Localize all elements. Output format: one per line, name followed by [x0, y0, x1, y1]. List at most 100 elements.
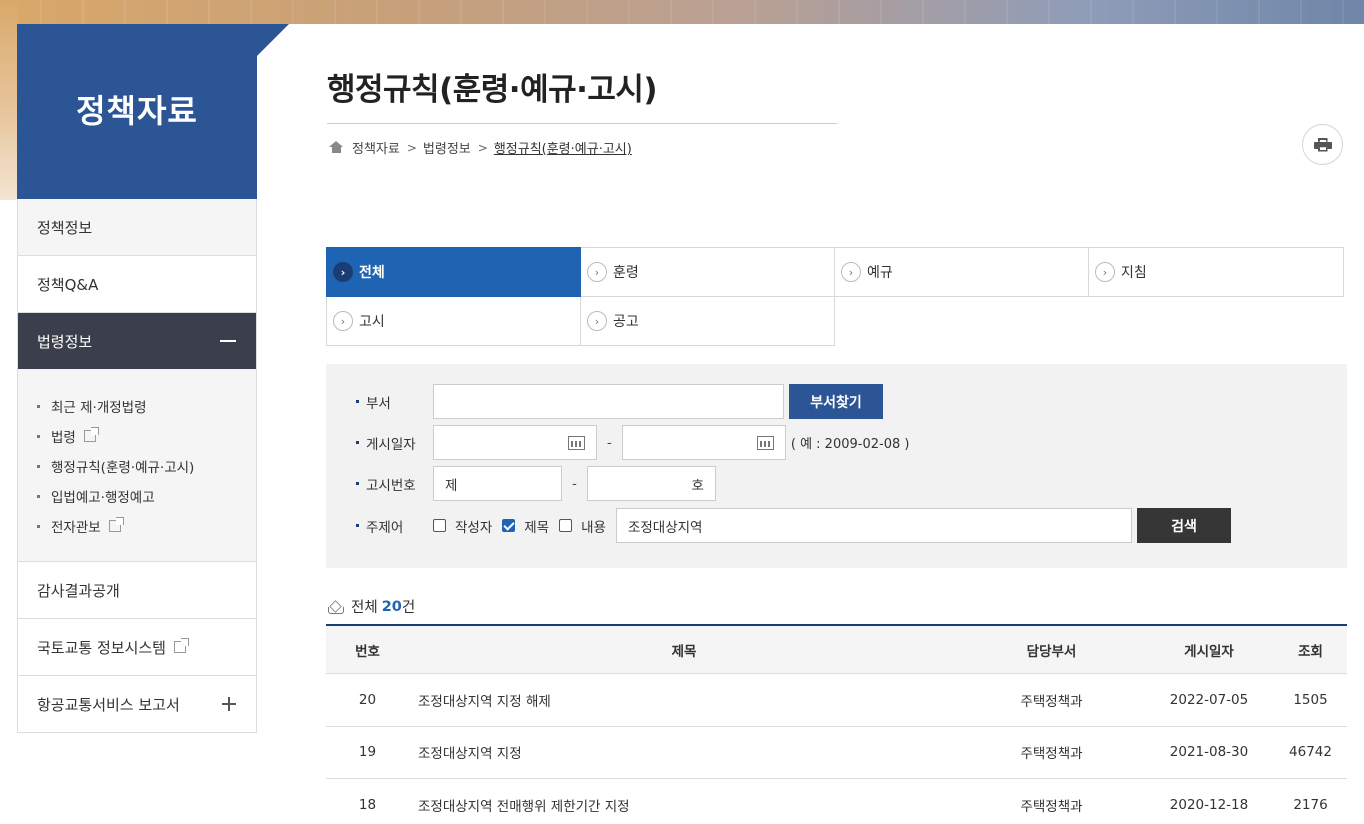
- search-row-notice: 고시번호 제 - 호: [356, 466, 716, 501]
- calendar-icon[interactable]: [568, 435, 585, 450]
- tab-announcement[interactable]: › 공고: [580, 296, 835, 346]
- title-divider: [327, 123, 837, 124]
- search-row-keyword: 주제어 작성자 제목 내용 조정대상지역 검색: [356, 508, 1231, 543]
- find-dept-button[interactable]: 부서찾기: [789, 384, 883, 419]
- calendar-icon[interactable]: [756, 435, 774, 450]
- breadcrumb-item[interactable]: 정책자료: [352, 138, 400, 157]
- cell-title-link[interactable]: 조정대상지역 지정: [409, 742, 959, 762]
- sidebar-item-policy-qa[interactable]: 정책Q&A: [18, 256, 256, 313]
- sidebar-item-law-info[interactable]: 법령정보: [18, 313, 256, 369]
- sidebar-item-info-system[interactable]: 국토교통 정보시스템: [18, 619, 256, 676]
- chevron-right-icon: ›: [587, 311, 607, 331]
- tab-all[interactable]: › 전체: [326, 247, 581, 297]
- submenu-item-recent-laws[interactable]: 최근 제·개정법령: [37, 391, 256, 421]
- bullet-icon: [37, 464, 40, 468]
- external-link-icon: [108, 517, 124, 532]
- sidebar-item-text: 국토교통 정보시스템: [37, 638, 166, 657]
- cell-title-link[interactable]: 조정대상지역 전매행위 제한기간 지정: [409, 795, 959, 815]
- header-cell: 제목: [671, 643, 697, 660]
- date-from-input[interactable]: [433, 425, 597, 460]
- date-hint: ( 예 : 2009-02-08 ): [790, 437, 910, 452]
- checkbox-label: 제목: [524, 519, 550, 536]
- printer-icon: [1313, 138, 1332, 152]
- table-row[interactable]: 19 조정대상지역 지정 주택정책과 2021-08-30 46742: [326, 727, 1347, 779]
- checkbox-content[interactable]: [559, 519, 573, 532]
- tab-label: 고시: [359, 314, 385, 330]
- checkbox-author[interactable]: [433, 519, 446, 532]
- tab-label: 공고: [613, 314, 639, 330]
- tab-regulation[interactable]: › 예규: [834, 247, 1089, 297]
- cell-dept: 주택정책과: [1020, 693, 1083, 710]
- sidebar-item-label: 감사결과공개: [37, 581, 120, 600]
- keyword-input[interactable]: 조정대상지역: [615, 508, 1132, 543]
- notice-number-from[interactable]: 제: [433, 466, 562, 501]
- chevron-right-icon: ›: [333, 311, 353, 331]
- date-to-input[interactable]: [621, 425, 786, 460]
- field-label: 게시일자: [356, 433, 433, 453]
- breadcrumb-current[interactable]: 행정규칙(훈령·예규·고시): [494, 138, 632, 157]
- collapse-minus-icon[interactable]: [220, 340, 236, 342]
- sidebar-header: 정책자료: [17, 24, 289, 199]
- chevron-right-icon: >: [406, 140, 417, 155]
- cell-number: 19: [358, 744, 377, 761]
- tab-directive[interactable]: › 훈령: [580, 247, 835, 297]
- expand-plus-icon[interactable]: [222, 697, 236, 711]
- sidebar-submenu: 최근 제·개정법령 법령 행정규칙(훈령·예규·고시) 입법예고·행정예고 전자…: [18, 369, 256, 562]
- sidebar-item-aviation-report[interactable]: 항공교통서비스 보고서: [18, 676, 256, 733]
- chevron-right-icon: ›: [1095, 262, 1115, 282]
- count-prefix: 전체: [351, 600, 378, 616]
- dept-input[interactable]: [433, 384, 784, 419]
- submenu-label: 법령: [51, 430, 76, 446]
- tab-notice[interactable]: › 고시: [326, 296, 581, 346]
- sidebar-item-label: 항공교통서비스 보고서: [37, 695, 180, 714]
- chevron-right-icon: >: [477, 140, 488, 155]
- search-row-dept: 부서 부서찾기: [356, 384, 883, 419]
- submenu-item-admin-rules[interactable]: 행정규칙(훈령·예규·고시): [37, 451, 256, 481]
- submenu-item-laws[interactable]: 법령: [37, 421, 256, 451]
- chevron-right-icon: ›: [333, 262, 353, 282]
- sidebar-item-label: 국토교통 정보시스템: [37, 637, 189, 658]
- submenu-item-legislative-notice[interactable]: 입법예고·행정예고: [37, 481, 256, 511]
- search-row-date: 게시일자 - ( 예 : 2009-02-08 ): [356, 425, 909, 460]
- cell-title-link[interactable]: 조정대상지역 지정 해제: [409, 690, 959, 710]
- print-button[interactable]: [1302, 124, 1343, 165]
- tab-guideline[interactable]: › 지침: [1088, 247, 1344, 297]
- tab-label: 지침: [1121, 265, 1147, 281]
- bullet-icon: [37, 524, 40, 528]
- page-title: 행정규칙(훈령·예규·고시): [327, 72, 658, 108]
- notice-separator: -: [572, 475, 577, 492]
- layers-icon: [328, 601, 344, 614]
- sidebar-item-audit-results[interactable]: 감사결과공개: [18, 562, 256, 619]
- submenu-label: 행정규칙(훈령·예규·고시): [51, 460, 195, 476]
- count-number: 20: [381, 598, 402, 615]
- top-banner: [0, 0, 1364, 24]
- checkbox-label: 내용: [581, 519, 606, 536]
- bullet-icon: [37, 494, 40, 498]
- cell-number: 18: [358, 796, 377, 813]
- cell-views: 46742: [1289, 744, 1332, 761]
- cell-date: 2021-08-30: [1169, 744, 1249, 761]
- home-icon[interactable]: [329, 141, 344, 154]
- table-row[interactable]: 18 조정대상지역 전매행위 제한기간 지정 주택정책과 2020-12-18 …: [326, 779, 1347, 824]
- breadcrumb-item[interactable]: 법령정보: [423, 138, 471, 157]
- bullet-icon: [37, 434, 40, 438]
- header-cell: 게시일자: [1184, 643, 1234, 660]
- sidebar-menu: 정책정보 정책Q&A 법령정보 최근 제·개정법령 법령 행정규칙(훈령·예규·…: [17, 199, 257, 733]
- notice-number-to[interactable]: 호: [586, 466, 716, 501]
- submenu-label: 입법예고·행정예고: [51, 490, 155, 506]
- submenu-item-e-gazette[interactable]: 전자관보: [37, 511, 256, 541]
- table-row[interactable]: 20 조정대상지역 지정 해제 주택정책과 2022-07-05 1505: [326, 674, 1347, 727]
- cell-number: 20: [358, 691, 377, 708]
- count-suffix: 건: [401, 600, 416, 616]
- result-count: 전체 20 건: [328, 596, 415, 617]
- cell-dept: 주택정책과: [1020, 798, 1083, 815]
- search-button[interactable]: 검색: [1136, 508, 1231, 543]
- sidebar-item-label: 정책정보: [37, 218, 93, 237]
- search-panel: 부서 부서찾기 게시일자 - ( 예 : 2009-02-08 ) 고시번호 제…: [326, 364, 1347, 568]
- sidebar-item-policy-info[interactable]: 정책정보: [18, 199, 256, 256]
- cell-dept: 주택정책과: [1020, 746, 1083, 763]
- external-link-icon: [173, 637, 189, 653]
- checkbox-title[interactable]: [502, 519, 516, 532]
- header-cell: 번호: [355, 643, 380, 660]
- header-cell: 담당부서: [1026, 643, 1077, 660]
